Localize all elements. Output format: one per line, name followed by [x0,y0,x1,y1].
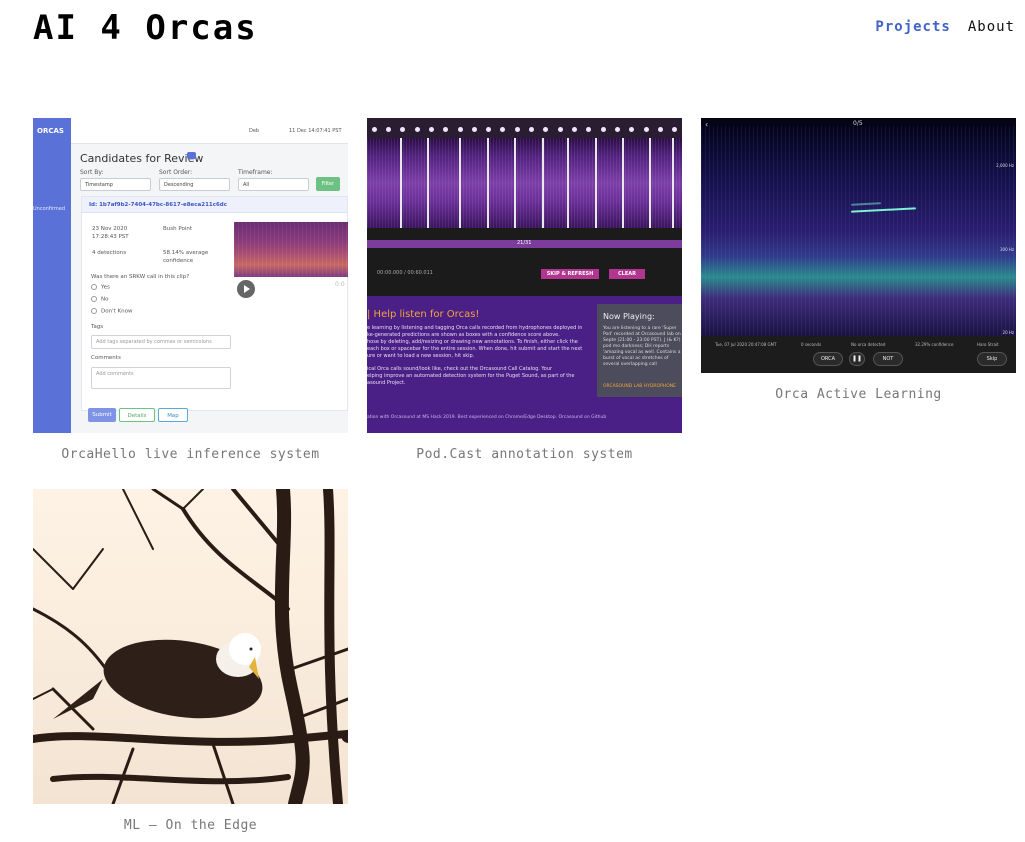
candidate-detections: 4 detections [92,250,127,256]
tags-field: Add tags separated by commas or semicolo… [91,335,231,349]
project-thumbnail[interactable]: 21/31 00:00.000 / 00:60.011 SKIP & REFRE… [367,118,682,433]
play-icon [237,280,255,298]
footer-text: ation with Orcasound at MS Hack 2019. Be… [367,415,607,420]
candidate-date: 23 Nov 2020 [92,226,128,232]
details-button: Details [119,408,155,422]
candidate-confidence: 58.14% average confidence [163,250,209,264]
project-thumbnail[interactable]: ORCAS Unconfirmed Deb 11 Dec 14:07:41 PS… [33,118,348,433]
eagle-photo[interactable] [33,489,348,804]
brand-logo: ORCAS [37,127,64,135]
comments-field: Add comments [91,367,231,389]
sort-order-select: Descending [159,178,230,191]
project-card-orcahello[interactable]: ORCAS Unconfirmed Deb 11 Dec 14:07:41 PS… [33,118,348,462]
freq-label: 20 Hz [1002,330,1014,335]
progress-text: 21/31 [517,240,532,246]
radio-dont-know: Don't Know [91,308,132,315]
instructions-line: elping improve an automated detection sy… [367,373,575,379]
radio-no: No [91,296,108,303]
tags-label: Tags [91,324,104,330]
radio-yes: Yes [91,284,110,291]
instructions-line: e learning by listening and tagging Orca… [367,325,583,331]
audio-time: 0:0 [335,281,345,288]
main-nav: Projects About [875,19,1015,35]
nav-projects[interactable]: Projects [875,19,950,35]
candidate-location: Bush Point [163,226,193,232]
info-location: Haro Strait [977,342,999,347]
page-title: Candidates for Review [80,152,204,165]
project-card-ml-edge[interactable]: ML – On the Edge [33,489,348,833]
now-playing-text: You are listening to a rare 'Super Pod' … [603,326,681,367]
site-title[interactable]: AI 4 Orcas [33,8,258,48]
now-playing-title: Now Playing: [603,312,655,321]
freq-label: 2,000 Hz [996,163,1014,168]
instructions-line: ical Orca calls sound/look like, check o… [367,366,553,372]
info-confidence: 32.29% confidence [915,342,954,347]
sidebar-item-unconfirmed: Unconfirmed [33,206,66,212]
project-caption[interactable]: Orca Active Learning [701,387,1016,402]
back-icon: ‹ [705,120,709,129]
info-date: Tue, 07 Jul 2020 20:47:08 GMT [715,342,777,347]
project-caption[interactable]: Pod.Cast annotation system [367,447,682,462]
clip-counter: 0/5 [853,120,863,127]
instructions-line: hose by deleting, add/resizing or drawin… [367,339,578,345]
skip-refresh-button: SKIP & REFRESH [541,269,599,279]
candidate-id: Id: 1b7af9b2-7404-47bc-8617-e8eca211c6dc [82,197,347,213]
topbar-time: 11 Dec 14:07:41 PST [289,128,342,134]
top-bar: Deb 11 Dec 14:07:41 PST [71,118,348,144]
timeframe-select: All [238,178,309,191]
timecode: 00:00.000 / 00:60.011 [377,270,433,276]
instructions-line: each box or spacebar for the entire sess… [367,346,583,352]
timeframe-label: Timeframe: [238,169,273,176]
nav-about[interactable]: About [968,19,1015,35]
orca-button: ORCA [813,352,843,366]
project-caption[interactable]: ML – On the Edge [33,818,348,833]
annotation-row [367,118,682,138]
project-thumbnail[interactable]: ‹ 0/5 2,000 Hz 300 Hz 20 Hz Tue, 07 Jul … [701,118,1016,373]
freq-label: 300 Hz [999,247,1014,252]
project-caption[interactable]: OrcaHello live inference system [33,447,348,462]
clear-button: CLEAR [609,269,645,279]
not-button: NOT [873,352,903,366]
progress-bar: 21/31 [367,240,682,248]
topbar-user: Deb [249,128,260,134]
sort-order-label: Sort Order: [159,169,193,176]
section-heading: | Help listen for Orcas! [367,309,480,320]
candidate-time: 17:28:43 PST [92,234,129,240]
hydrophone-link: ORCASOUND LAB HYDROPHONE [603,384,676,389]
instructions-line: ke-generated predictions are shown as bo… [367,332,560,338]
project-card-active-learning[interactable]: ‹ 0/5 2,000 Hz 300 Hz 20 Hz Tue, 07 Jul … [701,118,1016,402]
project-card-podcast[interactable]: 21/31 00:00.000 / 00:60.011 SKIP & REFRE… [367,118,682,462]
sort-by-select: Timestamp [80,178,151,191]
instructions-line: asound Project. [367,380,406,386]
sidebar [33,118,71,433]
spectrogram-image [234,222,348,277]
filter-button: Filter [316,177,340,191]
sort-by-label: Sort By: [80,169,104,176]
comments-label: Comments [91,355,121,361]
instructions-line: ure or want to load a new session, hit s… [367,353,475,359]
submit-button: Submit [88,408,116,422]
info-detection: No orca detected [851,342,886,347]
info-duration: 0 seconds [801,342,822,347]
count-badge [187,152,196,159]
map-button: Map [158,408,188,422]
now-playing-panel: Now Playing: You are listening to a rare… [597,304,682,397]
skip-button: Skip [977,352,1007,366]
pause-icon: ❚❚ [849,352,865,366]
srkw-question: Was there an SRKW call in this clip? [91,274,190,280]
